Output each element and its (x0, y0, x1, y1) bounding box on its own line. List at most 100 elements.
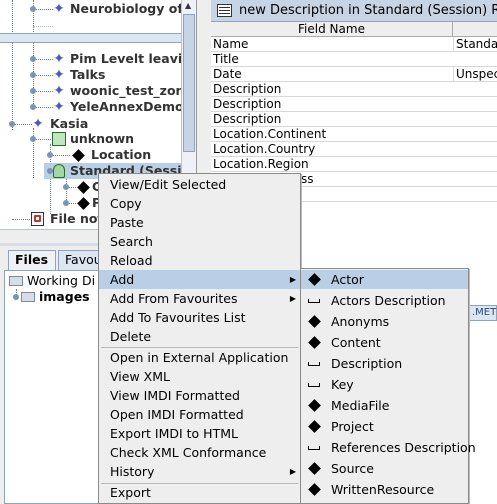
tree-item[interactable]: ✦ Talks (0, 67, 181, 83)
document-icon (217, 4, 232, 17)
table-row[interactable]: Description (211, 112, 497, 127)
submenu-item-actors-description[interactable]: Actors Description (301, 291, 468, 310)
scroll-up-arrow[interactable]: ▲ (185, 1, 191, 10)
menu-item-add-to-favourites-list[interactable]: Add To Favourites List (99, 308, 300, 327)
menu-item-label: Open in External Application (110, 350, 289, 365)
field-name-cell: Description (213, 112, 282, 126)
context-menu[interactable]: View/Edit Selected Copy Paste Search Rel… (98, 173, 301, 504)
field-value-cell[interactable]: Unspec (453, 67, 497, 82)
tree-item-label: YeleAnnexDemo (70, 99, 184, 114)
tree-item (0, 18, 181, 34)
menu-item-label: Copy (110, 196, 142, 211)
tree-item-label: File not (50, 211, 104, 226)
table-row[interactable]: Date Unspec (211, 67, 497, 82)
menu-item-label: Content (331, 335, 381, 350)
column-header-field-name[interactable]: Field Name (211, 22, 453, 37)
tree-knob[interactable] (30, 72, 36, 78)
tree-split-divider[interactable] (0, 33, 181, 43)
star-icon: ✦ (53, 83, 65, 99)
field-name-cell: Description (213, 82, 282, 96)
tree-item[interactable]: ✦ Kasia (0, 116, 181, 132)
tree-knob[interactable] (30, 88, 36, 94)
star-icon: ✦ (53, 99, 65, 115)
menu-item-paste[interactable]: Paste (99, 213, 300, 232)
tree-knob[interactable] (63, 200, 69, 206)
tree-knob[interactable] (13, 294, 19, 300)
field-icon (308, 362, 320, 366)
menu-item-reload[interactable]: Reload (99, 251, 300, 270)
menu-item-add[interactable]: Add ▶ (99, 270, 300, 289)
submenu-item-project[interactable]: Project (301, 417, 468, 436)
tree-knob[interactable] (30, 56, 36, 62)
table-row[interactable]: Location.Region (211, 157, 497, 172)
table-row[interactable]: Title (211, 52, 497, 67)
menu-item-open-external[interactable]: Open in External Application (99, 348, 300, 367)
add-submenu[interactable]: Actor Actors Description Anonyms Content… (300, 268, 476, 504)
menu-item-export-imdi-html[interactable]: Export IMDI to HTML (99, 424, 300, 443)
submenu-item-anonyms[interactable]: Anonyms (301, 312, 468, 331)
panel-title: new Description in Standard (Session) Re… (239, 3, 497, 18)
menu-item-export[interactable]: Export (99, 483, 300, 502)
field-name-cell: Location.Country (213, 142, 316, 156)
menu-item-search[interactable]: Search (99, 232, 300, 251)
menu-item-label: Reload (110, 253, 153, 268)
menu-item-copy[interactable]: Copy (99, 194, 300, 213)
submenu-item-source[interactable]: Source (301, 459, 468, 478)
tree-item[interactable]: Location (0, 147, 181, 163)
submenu-item-description[interactable]: Description (301, 354, 468, 373)
submenu-item-mediafile[interactable]: MediaFile (301, 396, 468, 415)
scroll-thumb[interactable] (183, 14, 195, 152)
diamond-icon (77, 181, 90, 194)
tree-knob[interactable] (30, 136, 36, 142)
tree-item[interactable]: ✦ Neurobiology of la (0, 1, 196, 17)
menu-item-open-imdi-formatted[interactable]: Open IMDI Formatted (99, 405, 300, 424)
tree-knob[interactable] (30, 104, 36, 110)
field-icon (308, 383, 320, 387)
menu-item-view-edit-selected[interactable]: View/Edit Selected (99, 175, 300, 194)
tree-knob[interactable] (9, 121, 15, 127)
tree-knob[interactable] (63, 184, 69, 190)
session-icon (53, 164, 65, 178)
tree-item-label: Pim Levelt leaving (70, 51, 197, 66)
tree-item-label: Neurobiology of la (70, 1, 197, 16)
menu-item-view-xml[interactable]: View XML (99, 367, 300, 386)
tree-item[interactable]: ✦ woonic_test_zone (0, 83, 193, 99)
tree-item[interactable]: ✦ Pim Levelt leaving (0, 51, 196, 67)
table-row[interactable]: Location.Country (211, 142, 497, 157)
detail-panel-title[interactable]: new Description in Standard (Session) Re… (211, 0, 497, 22)
menu-item-add-from-favourites[interactable]: Add From Favourites ▶ (99, 289, 300, 308)
tree-item[interactable]: ✦ YeleAnnexDemo (0, 99, 184, 115)
menu-item-delete[interactable]: Delete (99, 327, 300, 346)
menu-item-label: Key (331, 377, 354, 392)
menu-item-view-imdi-formatted[interactable]: View IMDI Formatted (99, 386, 300, 405)
menu-item-label: Delete (110, 329, 152, 344)
tree-knob[interactable] (47, 152, 53, 158)
table-row[interactable]: Location.Continent (211, 127, 497, 142)
files-tree[interactable]: Working Di images (4, 270, 100, 504)
table-row[interactable]: Name Standar (211, 37, 497, 52)
submenu-item-references-description[interactable]: References Description (301, 438, 476, 457)
submenu-item-actor[interactable]: Actor (301, 270, 468, 289)
file-icon (31, 212, 44, 226)
tree-item-label: Kasia (50, 116, 89, 131)
menu-item-label: Export IMDI to HTML (110, 426, 238, 441)
column-header-value[interactable] (453, 22, 497, 37)
field-icon (308, 299, 320, 303)
field-value-cell[interactable]: Standar (453, 37, 497, 52)
menu-item-label: Actors Description (331, 293, 446, 308)
tree-item[interactable]: unknown (0, 131, 181, 147)
menu-item-check-xml-conformance[interactable]: Check XML Conformance (99, 443, 300, 462)
submenu-item-writtenresource[interactable]: WrittenResource (301, 480, 468, 499)
tree-item-label: woonic_test_zone (70, 83, 193, 98)
menu-item-history[interactable]: History ▶ (99, 462, 300, 481)
table-row[interactable]: Description (211, 97, 497, 112)
metadata-format-badge: .MET (469, 305, 497, 321)
submenu-item-content[interactable]: Content (301, 333, 468, 352)
submenu-item-key[interactable]: Key (301, 375, 468, 394)
tree-knob[interactable] (30, 6, 36, 12)
field-name-cell: Date (213, 67, 242, 81)
tab-files[interactable]: Files (8, 250, 56, 270)
diamond-icon (308, 483, 321, 496)
column-header-label: Field Name (298, 22, 365, 36)
table-row[interactable]: Description (211, 82, 497, 97)
